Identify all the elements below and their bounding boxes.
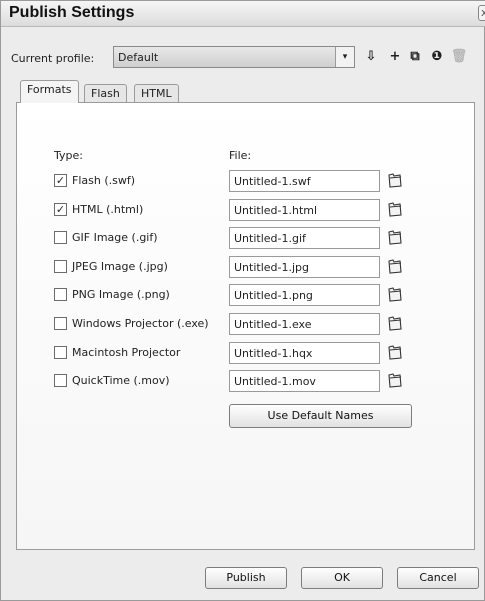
file-column-header: File:	[229, 149, 252, 162]
format-row: QuickTime (.mov)	[1, 370, 485, 394]
title-bar[interactable]: Publish Settings x	[1, 1, 485, 27]
current-profile-value: Default	[118, 51, 159, 64]
publish-button[interactable]: Publish	[205, 567, 287, 589]
duplicate-profile-button[interactable]: ⧉	[405, 47, 425, 67]
format-checkbox[interactable]	[54, 231, 67, 244]
format-label[interactable]: GIF Image (.gif)	[72, 231, 158, 244]
delete-profile-icon: 🗑	[450, 49, 468, 64]
file-name-input[interactable]	[229, 227, 380, 249]
cancel-button[interactable]: Cancel	[397, 567, 479, 589]
file-name-input[interactable]	[229, 170, 380, 192]
format-checkbox[interactable]	[54, 374, 67, 387]
format-checkbox[interactable]	[54, 317, 67, 330]
duplicate-profile-icon: ⧉	[410, 49, 420, 64]
current-profile-select[interactable]: Default ▾	[113, 46, 355, 68]
import-export-icon: ⇩	[365, 49, 377, 64]
folder-icon[interactable]	[387, 172, 403, 189]
import-export-profile-button[interactable]: ⇩	[361, 47, 381, 67]
format-row: PNG Image (.png)	[1, 284, 485, 308]
folder-icon[interactable]	[387, 315, 403, 332]
ok-button[interactable]: OK	[301, 567, 383, 589]
format-row: GIF Image (.gif)	[1, 227, 485, 251]
folder-icon[interactable]	[387, 286, 403, 303]
profile-info-button[interactable]: ❶	[427, 47, 447, 67]
folder-icon[interactable]	[387, 258, 403, 275]
publish-settings-dialog: Publish Settings x Current profile: Defa…	[0, 0, 485, 601]
format-row: Macintosh Projector	[1, 342, 485, 366]
file-name-input[interactable]	[229, 313, 380, 335]
format-label[interactable]: HTML (.html)	[72, 203, 143, 216]
format-checkbox[interactable]: ✓	[54, 203, 67, 216]
format-checkbox[interactable]	[54, 288, 67, 301]
folder-icon[interactable]	[387, 229, 403, 246]
format-label[interactable]: PNG Image (.png)	[72, 288, 170, 301]
add-profile-button[interactable]: +	[385, 47, 405, 67]
tab-html[interactable]: HTML	[134, 84, 179, 102]
format-row: ✓ Flash (.swf)	[1, 170, 485, 194]
delete-profile-button[interactable]: 🗑	[449, 47, 469, 67]
format-label[interactable]: QuickTime (.mov)	[72, 374, 170, 387]
folder-icon[interactable]	[387, 201, 403, 218]
format-label[interactable]: Flash (.swf)	[72, 174, 135, 187]
file-name-input[interactable]	[229, 256, 380, 278]
format-label[interactable]: Windows Projector (.exe)	[72, 317, 209, 330]
format-label[interactable]: Macintosh Projector	[72, 346, 180, 359]
format-label[interactable]: JPEG Image (.jpg)	[72, 260, 168, 273]
format-checkbox[interactable]	[54, 346, 67, 359]
file-name-input[interactable]	[229, 370, 380, 392]
format-row: Windows Projector (.exe)	[1, 313, 485, 337]
add-profile-icon: +	[389, 49, 401, 64]
format-row: JPEG Image (.jpg)	[1, 256, 485, 280]
type-column-header: Type:	[54, 149, 83, 162]
file-name-input[interactable]	[229, 342, 380, 364]
file-name-input[interactable]	[229, 199, 380, 221]
current-profile-label: Current profile:	[11, 52, 95, 65]
profile-info-icon: ❶	[431, 49, 443, 64]
use-default-names-button[interactable]: Use Default Names	[229, 404, 412, 428]
close-button[interactable]: x	[478, 5, 485, 21]
folder-icon[interactable]	[387, 344, 403, 361]
format-checkbox[interactable]: ✓	[54, 174, 67, 187]
format-checkbox[interactable]	[54, 260, 67, 273]
folder-icon[interactable]	[387, 372, 403, 389]
format-row: ✓ HTML (.html)	[1, 199, 485, 223]
tab-formats[interactable]: Formats	[20, 80, 79, 103]
tab-flash[interactable]: Flash	[84, 84, 127, 102]
file-name-input[interactable]	[229, 284, 380, 306]
dialog-title: Publish Settings	[9, 4, 135, 21]
chevron-down-icon[interactable]: ▾	[335, 47, 354, 67]
